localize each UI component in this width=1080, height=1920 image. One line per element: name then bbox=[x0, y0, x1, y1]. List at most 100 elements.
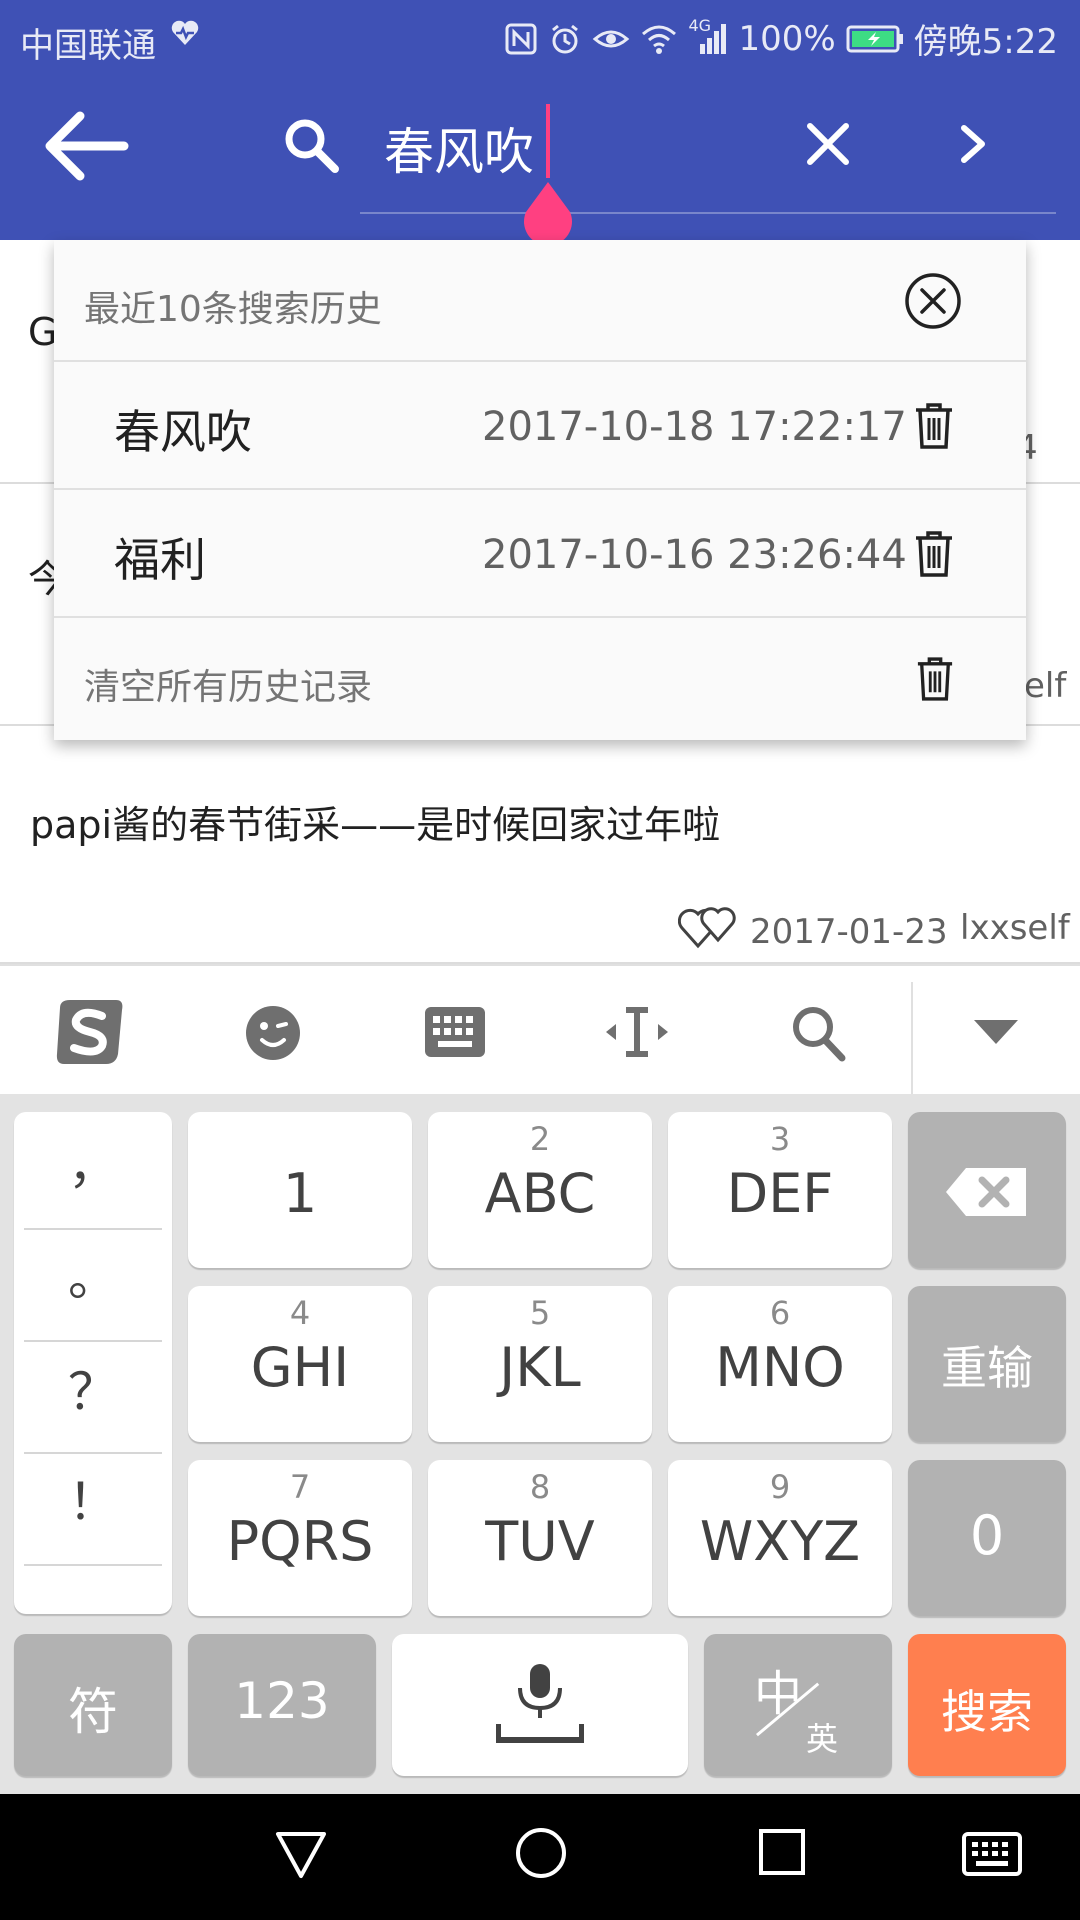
search-history-dropdown: 最近10条搜索历史 春风吹 2017-10-18 17:22:17 福利 201… bbox=[54, 240, 1026, 740]
nfc-icon bbox=[504, 22, 538, 56]
clear-search-icon[interactable] bbox=[804, 120, 852, 168]
key-2-abc[interactable]: 2 ABC bbox=[428, 1112, 652, 1268]
hide-keyboard-icon[interactable] bbox=[972, 1016, 1020, 1046]
keyboard-switch-icon[interactable] bbox=[962, 1832, 1022, 1876]
key-letters: GHI bbox=[250, 1336, 350, 1399]
numbers-label: 123 bbox=[234, 1672, 330, 1730]
chevron-right-icon[interactable] bbox=[956, 120, 990, 168]
key-9-wxyz[interactable]: 9 WXYZ bbox=[668, 1460, 892, 1616]
search-input[interactable]: 春风吹 bbox=[384, 112, 534, 184]
key-number: 2 bbox=[529, 1120, 551, 1158]
clear-all-label[interactable]: 清空所有历史记录 bbox=[84, 658, 372, 710]
lang-en-label: 英 bbox=[806, 1720, 839, 1758]
reenter-key[interactable]: 重输 bbox=[908, 1286, 1066, 1442]
battery-percent: 100% bbox=[738, 18, 836, 59]
key-7-pqrs[interactable]: 7 PQRS bbox=[188, 1460, 412, 1616]
punct-divider bbox=[24, 1340, 162, 1342]
clock: 傍晚5:22 bbox=[913, 22, 1058, 62]
key-letters: TUV bbox=[485, 1510, 595, 1573]
history-item[interactable]: 春风吹 2017-10-18 17:22:17 bbox=[54, 362, 1026, 488]
key-letters: PQRS bbox=[226, 1510, 374, 1573]
cursor-move-icon[interactable] bbox=[604, 1002, 670, 1062]
key-5-jkl[interactable]: 5 JKL bbox=[428, 1286, 652, 1442]
history-header: 最近10条搜索历史 bbox=[54, 240, 1026, 360]
carrier-label: 中国联通 bbox=[20, 26, 156, 66]
history-term[interactable]: 福利 bbox=[114, 524, 206, 590]
result-author: elf bbox=[1024, 666, 1067, 706]
key-1[interactable]: 1 bbox=[188, 1112, 412, 1268]
alarm-icon bbox=[548, 22, 582, 56]
key-6-mno[interactable]: 6 MNO bbox=[668, 1286, 892, 1442]
backspace-icon bbox=[944, 1166, 1030, 1218]
text-cursor bbox=[546, 104, 550, 178]
wifi-icon bbox=[640, 22, 678, 56]
history-item[interactable]: 福利 2017-10-16 23:26:44 bbox=[54, 490, 1026, 616]
recents-square-icon[interactable] bbox=[758, 1828, 806, 1876]
lang-zh-label: 中 bbox=[754, 1666, 803, 1722]
battery-icon bbox=[846, 24, 904, 54]
back-arrow-icon[interactable] bbox=[40, 104, 130, 188]
history-time: 2017-10-18 17:22:17 bbox=[482, 404, 907, 450]
punctuation-column[interactable]: ， 。 ？ ！ bbox=[14, 1112, 172, 1614]
trash-icon[interactable] bbox=[914, 402, 954, 450]
key-0[interactable]: 0 bbox=[908, 1460, 1066, 1616]
punct-comma-key[interactable]: ， bbox=[24, 1126, 162, 1236]
key-number: 9 bbox=[769, 1468, 791, 1506]
result-author: lxxself bbox=[960, 908, 1070, 948]
search-icon[interactable] bbox=[790, 1004, 846, 1062]
punct-divider bbox=[24, 1564, 162, 1566]
zero-label: 0 bbox=[969, 1504, 1005, 1567]
key-8-tuv[interactable]: 8 TUV bbox=[428, 1460, 652, 1616]
history-header-label: 最近10条搜索历史 bbox=[84, 289, 382, 330]
sogou-logo-icon[interactable] bbox=[52, 996, 128, 1068]
keyboard-layout-icon[interactable] bbox=[424, 1006, 486, 1058]
key-number: 5 bbox=[529, 1294, 551, 1332]
punct-period-key[interactable]: 。 bbox=[24, 1238, 162, 1348]
navigation-bar bbox=[0, 1794, 1080, 1920]
trash-icon[interactable] bbox=[914, 530, 954, 578]
punct-divider bbox=[24, 1228, 162, 1230]
key-letters: DEF bbox=[726, 1162, 834, 1225]
status-bar: 中国联通 4G 100% 傍晚5:22 bbox=[0, 0, 1080, 76]
search-input-underline bbox=[360, 212, 1056, 214]
punct-question-key[interactable]: ？ bbox=[24, 1352, 162, 1462]
punct-exclaim-key[interactable]: ！ bbox=[24, 1462, 162, 1572]
symbols-key[interactable]: 符 bbox=[14, 1634, 172, 1776]
zh-en-switch-key[interactable]: 中 英 bbox=[704, 1634, 892, 1776]
eye-comfort-icon bbox=[592, 22, 630, 56]
backspace-key[interactable] bbox=[908, 1112, 1066, 1268]
clear-all-history[interactable]: 清空所有历史记录 bbox=[54, 618, 1026, 740]
numbers-key[interactable]: 123 bbox=[188, 1634, 376, 1776]
search-key-label: 搜索 bbox=[941, 1685, 1033, 1739]
microphone-icon bbox=[496, 1662, 584, 1750]
ime-toolbar bbox=[0, 964, 1080, 1096]
symbols-label: 符 bbox=[68, 1683, 118, 1741]
trash-icon[interactable] bbox=[916, 656, 954, 702]
key-3-def[interactable]: 3 DEF bbox=[668, 1112, 892, 1268]
punct-divider bbox=[24, 1452, 162, 1454]
key-letters: JKL bbox=[499, 1336, 581, 1399]
emoji-icon[interactable] bbox=[244, 1004, 302, 1062]
home-circle-icon[interactable] bbox=[514, 1826, 568, 1880]
back-triangle-icon[interactable] bbox=[274, 1830, 328, 1880]
search-key[interactable]: 搜索 bbox=[908, 1634, 1066, 1776]
toolbar-divider bbox=[911, 982, 913, 1094]
signal-icon: 4G bbox=[688, 16, 728, 56]
close-circle-icon[interactable] bbox=[904, 272, 962, 330]
key-number: 7 bbox=[289, 1468, 311, 1506]
result-title[interactable]: papi酱的春节街采——是时候回家过年啦 bbox=[30, 794, 720, 849]
reenter-label: 重输 bbox=[941, 1341, 1033, 1395]
key-letters: 1 bbox=[282, 1162, 318, 1225]
key-number: 6 bbox=[769, 1294, 791, 1332]
key-letters: WXYZ bbox=[699, 1510, 861, 1573]
result-date: 2017-01-23 bbox=[750, 912, 948, 952]
key-4-ghi[interactable]: 4 GHI bbox=[188, 1286, 412, 1442]
cursor-handle[interactable] bbox=[520, 180, 576, 246]
space-voice-key[interactable] bbox=[392, 1634, 688, 1776]
network-type-label: 4G bbox=[688, 15, 712, 35]
heart-rate-icon bbox=[170, 18, 200, 48]
favorite-hearts-icon[interactable] bbox=[678, 900, 736, 952]
history-term[interactable]: 春风吹 bbox=[114, 396, 252, 462]
key-number: 4 bbox=[289, 1294, 311, 1332]
key-number: 8 bbox=[529, 1468, 551, 1506]
